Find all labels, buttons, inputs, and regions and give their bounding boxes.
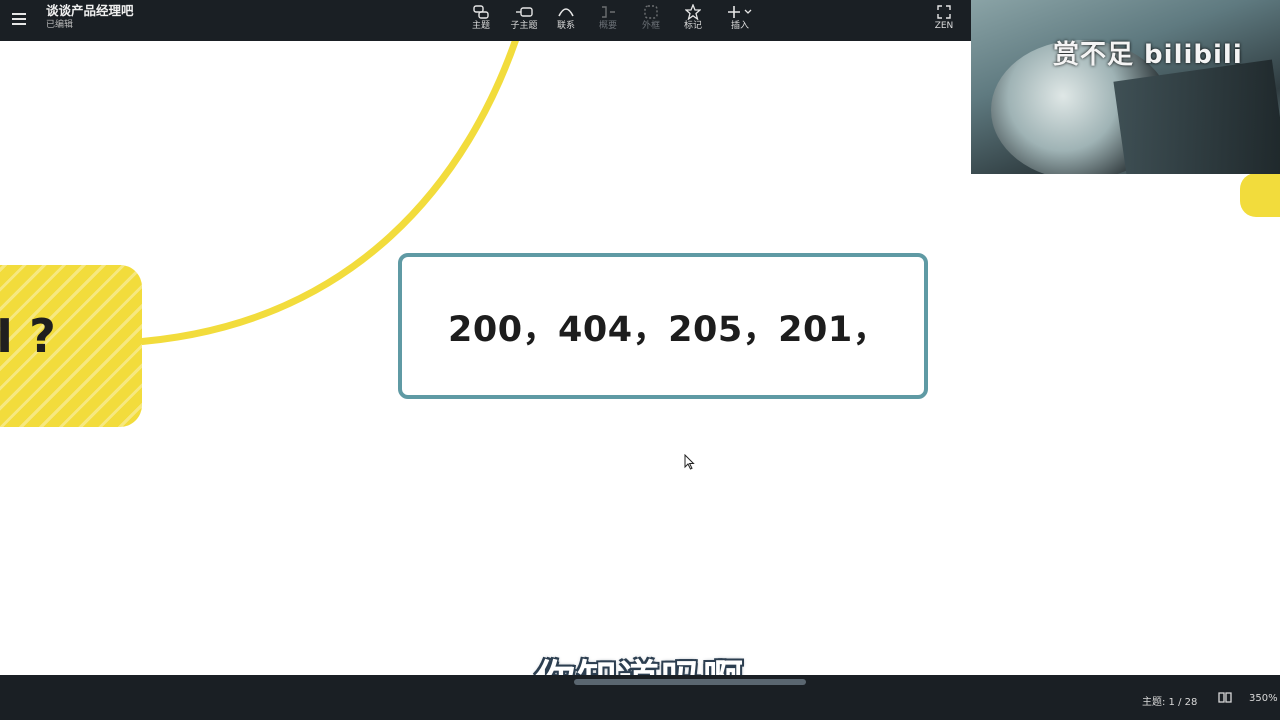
bilibili-watermark: 赏不足 bilibili [1053,40,1243,70]
summary-icon [600,3,616,21]
relationship-label: 联系 [556,21,575,31]
topic-label: 主题 [471,21,490,31]
webcam-overlay: 赏不足 bilibili [971,0,1280,174]
zen-mode-button[interactable]: ZEN [922,3,966,37]
subtopic-label: 子主题 [510,21,538,31]
selected-topic-node[interactable]: 200，404，205，201， [398,253,928,399]
marker-button[interactable]: 标记 [671,3,715,37]
boundary-button[interactable]: 外框 [629,3,673,37]
bottom-status-bar: 主题: 1 / 28 350% [0,675,1280,720]
star-icon [685,3,701,21]
fullscreen-icon [937,3,951,21]
summary-label: 概要 [598,21,617,31]
offscreen-topic-node[interactable] [1240,173,1280,217]
document-status: 已编辑 [46,20,74,30]
parent-topic-text: I ? [0,309,56,363]
plus-chevron-icon [727,3,753,21]
document-title[interactable]: 谈谈产品经理吧 [46,3,134,19]
summary-button[interactable]: 概要 [586,3,630,37]
topic-button[interactable]: 主题 [459,3,503,37]
horizontal-scrollbar[interactable] [574,679,806,685]
subtopic-icon [515,3,533,21]
insert-button[interactable]: 插入 [718,3,762,37]
boundary-icon [643,3,659,21]
hamburger-menu-icon[interactable] [8,8,30,30]
zen-label: ZEN [934,21,954,31]
marker-label: 标记 [683,21,702,31]
parent-topic-node[interactable]: I ? [0,265,142,427]
relationship-icon [557,3,575,21]
topic-count: 主题: 1 / 28 [1142,697,1198,708]
mouse-cursor-icon [684,454,695,470]
relationship-button[interactable]: 联系 [544,3,588,37]
document-title-block: 谈谈产品经理吧 已编辑 [46,3,134,31]
boundary-label: 外框 [641,21,660,31]
topic-icon [473,3,489,21]
zoom-level[interactable]: 350% [1249,693,1278,704]
topic-text: 200，404，205，201， [448,309,889,350]
subtopic-button[interactable]: 子主题 [502,3,546,37]
outline-view-icon[interactable] [1218,691,1232,706]
insert-label: 插入 [730,21,749,31]
